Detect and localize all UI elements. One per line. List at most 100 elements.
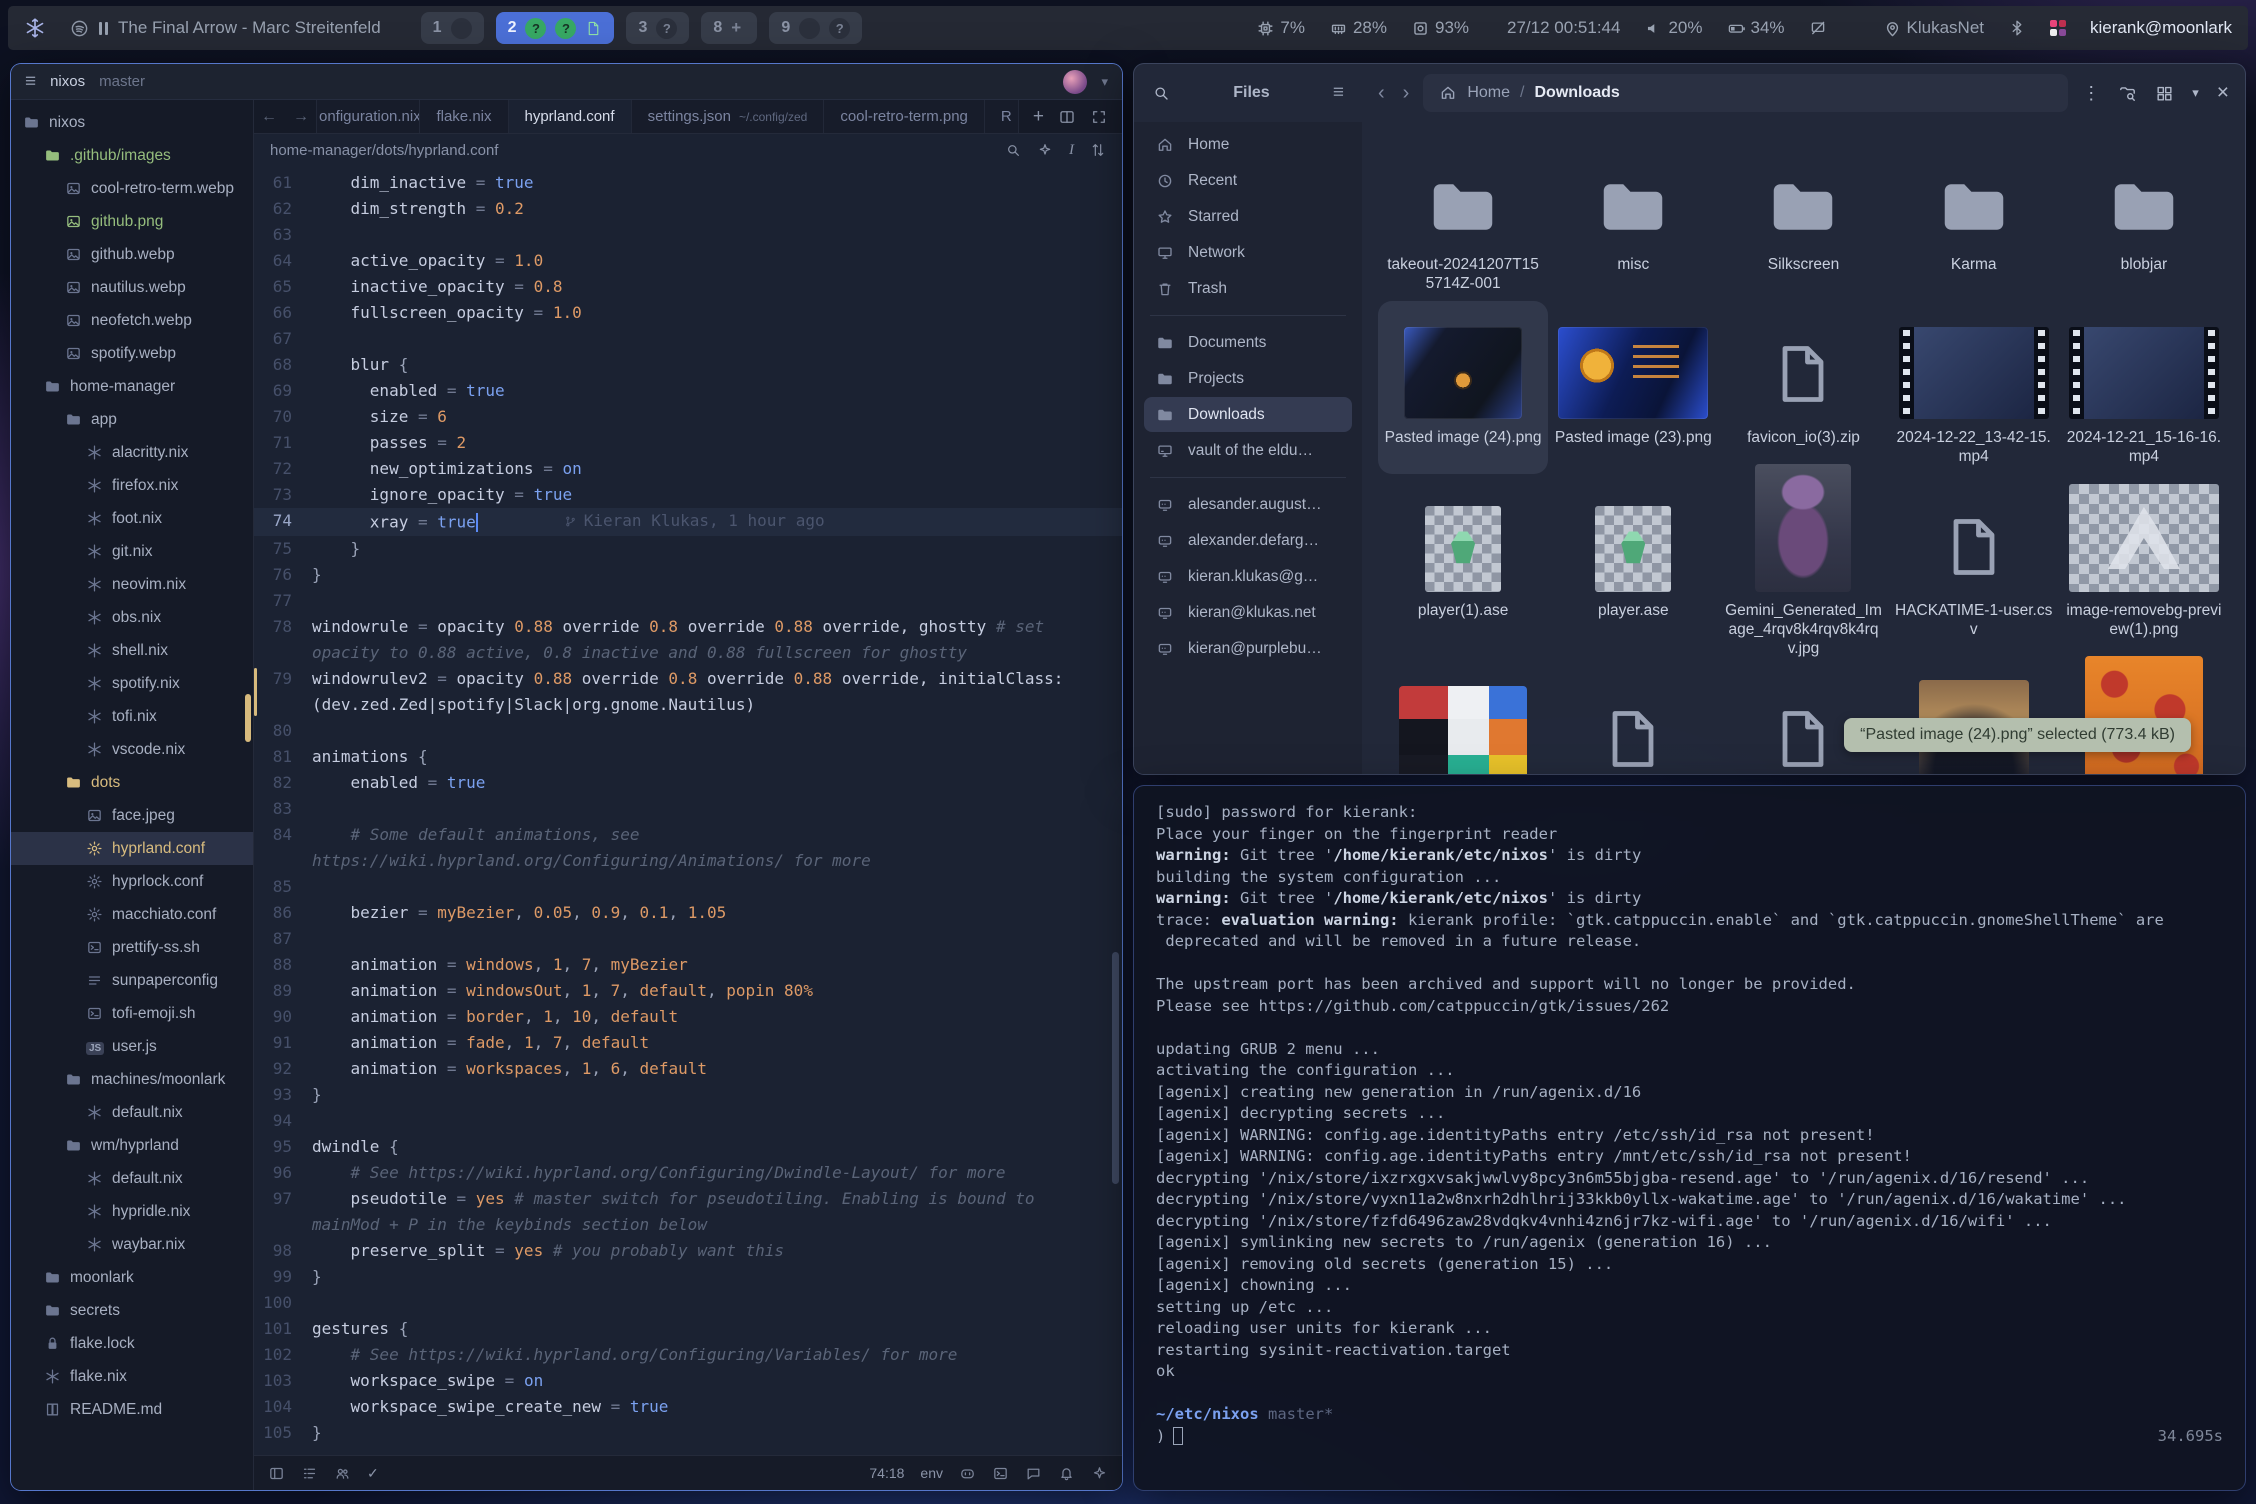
volume-module[interactable]: 20% [1644,18,1702,38]
workspace-3[interactable]: 3? [626,12,689,44]
tab-cool-retro-term.png[interactable]: cool-retro-term.png [823,100,984,133]
sidebar-item-Network[interactable]: Network [1144,235,1352,270]
tab-onfiguration.nix[interactable]: onfiguration.nix [316,100,419,133]
workspace-2[interactable]: 2?? [496,12,615,44]
hamburger-menu-icon[interactable]: ≡ [1333,82,1344,104]
file-HACKATIME-1-user-csv[interactable]: HACKATIME-1-user.csv [1889,474,2059,666]
avatar[interactable] [1063,70,1087,94]
sidebar-item-Home[interactable]: Home [1144,127,1352,162]
sidebar-item-vault-of-the-eldu-[interactable]: vault of the eldu… [1144,433,1352,468]
file-takeout-20241207T155714Z-001[interactable]: takeout-20241207T155714Z-001 [1378,128,1548,301]
copilot-icon[interactable] [959,1465,976,1482]
tree-item-vscode.nix[interactable]: vscode.nix [11,733,253,766]
tree-item-home-manager[interactable]: home-manager [11,370,253,403]
sidebar-item-Documents[interactable]: Documents [1144,325,1352,360]
tree-item-.github/images[interactable]: .github/images [11,139,253,172]
toggle-icon[interactable] [1090,142,1106,158]
file-Silkscreen[interactable]: Silkscreen [1718,128,1888,301]
tree-item-github.png[interactable]: github.png [11,205,253,238]
file-wrapped-png[interactable]: wrapped.png [1378,666,1548,774]
view-caret-icon[interactable]: ▾ [2192,85,2199,101]
tree-item-dots[interactable]: dots [11,766,253,799]
sidebar-item-alexander-defarg-[interactable]: alexander.defarg… [1144,523,1352,558]
tree-item-git.nix[interactable]: git.nix [11,535,253,568]
tree-item-machines/moonlark[interactable]: machines/moonlark [11,1063,253,1096]
search-icon[interactable] [1152,84,1170,102]
tree-item-tofi-emoji.sh[interactable]: tofi-emoji.sh [11,997,253,1030]
tree-item-app[interactable]: app [11,403,253,436]
tree-item-face.jpeg[interactable]: face.jpeg [11,799,253,832]
back-icon[interactable]: ‹ [1378,82,1385,105]
tree-item-neovim.nix[interactable]: neovim.nix [11,568,253,601]
tree-item-firefox.nix[interactable]: firefox.nix [11,469,253,502]
file-player-1-ase[interactable]: player(1).ase [1378,474,1548,666]
network-module[interactable]: KlukasNet [1883,18,1984,38]
tree-item-prettify-ss.sh[interactable]: prettify-ss.sh [11,931,253,964]
tree-item-waybar.nix[interactable]: waybar.nix [11,1228,253,1261]
tree-item-macchiato.conf[interactable]: macchiato.conf [11,898,253,931]
file-2024-12-21_15-16-16-mp4[interactable]: 2024-12-21_15-16-16.mp4 [2059,301,2229,474]
tree-item-neofetch.webp[interactable]: neofetch.webp [11,304,253,337]
tree-item-default.nix[interactable]: default.nix [11,1096,253,1129]
nav-forward-icon[interactable]: → [293,108,309,126]
tree-item-nautilus.webp[interactable]: nautilus.webp [11,271,253,304]
tree-item-user.js[interactable]: JSuser.js [11,1030,253,1063]
tree-scroll-marker[interactable] [245,694,251,742]
new-tab-icon[interactable]: + [1033,106,1044,128]
file-image-removebg-preview-1-png[interactable]: image-removebg-preview(1).png [2059,474,2229,666]
tree-item-moonlark[interactable]: moonlark [11,1261,253,1294]
close-icon[interactable]: × [2217,81,2229,105]
tree-item-README.md[interactable]: README.md [11,1393,253,1426]
file-player-ase[interactable]: player.ase [1548,474,1718,666]
tree-item-github.webp[interactable]: github.webp [11,238,253,271]
tab-hyprland.conf[interactable]: hyprland.conf [508,100,631,133]
sidebar-item-kieran-klukas-g-[interactable]: kieran.klukas@g… [1144,559,1352,594]
file-Gemini_Generated_Image_4rqv8k4rqv8k4rqv-jpg[interactable]: Gemini_Generated_Image_4rqv8k4rqv8k4rqv.… [1718,474,1888,666]
menu-icon[interactable]: ≡ [25,71,36,93]
file-favicon_io-3-zip[interactable]: favicon_io(3).zip [1718,301,1888,474]
project-panel-icon[interactable] [268,1465,285,1482]
zoom-pane-icon[interactable] [1090,108,1108,126]
media-player-module[interactable]: The Final Arrow - Marc Streitenfeld [70,18,381,38]
tree-item-shell.nix[interactable]: shell.nix [11,634,253,667]
file-blobjar[interactable]: blobjar [2059,128,2229,301]
tree-item-secrets[interactable]: secrets [11,1294,253,1327]
tree-item-flake.lock[interactable]: flake.lock [11,1327,253,1360]
tree-item-tofi.nix[interactable]: tofi.nix [11,700,253,733]
path-current[interactable]: Downloads [1534,84,1619,102]
path-root[interactable]: Home [1467,84,1510,102]
folder-search-icon[interactable] [2118,84,2137,103]
sidebar-item-alesander-august-[interactable]: alesander.august… [1144,487,1352,522]
tree-item-wm/hyprland[interactable]: wm/hyprland [11,1129,253,1162]
cursor-position[interactable]: 74:18 [869,1465,904,1481]
tree-item-spotify.nix[interactable]: spotify.nix [11,667,253,700]
tree-item-hypridle.nix[interactable]: hypridle.nix [11,1195,253,1228]
workspace-1[interactable]: 1 [421,12,484,44]
notifications-icon[interactable] [1058,1465,1075,1482]
kebab-menu-icon[interactable]: ⋮ [2082,83,2100,104]
workspace-8[interactable]: 8+ [701,12,757,44]
tree-item-cool-retro-term.webp[interactable]: cool-retro-term.webp [11,172,253,205]
tree-item-default.nix[interactable]: default.nix [11,1162,253,1195]
tree-item-flake.nix[interactable]: flake.nix [11,1360,253,1393]
bluetooth-icon[interactable] [2008,19,2026,37]
file-DoubloonLeaderboard-csv[interactable]: DoubloonLeaderboard.csv [1548,666,1718,774]
idle-inhibitor-icon[interactable] [1809,19,1827,37]
sidebar-item-Projects[interactable]: Projects [1144,361,1352,396]
split-pane-icon[interactable] [1058,108,1076,126]
code-editor[interactable]: 61 dim_inactive = true62 dim_strength = … [254,166,1122,1455]
terminal-window[interactable]: [sudo] password for kierank:Place your f… [1133,785,2246,1491]
view-toggle-icon[interactable] [2155,84,2174,103]
collab-panel-icon[interactable] [334,1465,351,1482]
chat-panel-icon[interactable] [1025,1465,1042,1482]
diagnostics-check[interactable]: ✓ [367,1465,379,1482]
outline-panel-icon[interactable] [301,1465,318,1482]
tray-icon[interactable] [2050,20,2066,36]
tab-settings.json[interactable]: settings.json~/.config/zed [631,100,824,133]
sidebar-item-Recent[interactable]: Recent [1144,163,1352,198]
nav-back-icon[interactable]: ← [261,108,277,126]
tree-item-foot.nix[interactable]: foot.nix [11,502,253,535]
breadcrumb-path[interactable]: home-manager/dots/hyprland.conf [270,142,498,159]
terminal-prompt[interactable]: )34.695s [1156,1426,2223,1448]
file-misc[interactable]: misc [1548,128,1718,301]
